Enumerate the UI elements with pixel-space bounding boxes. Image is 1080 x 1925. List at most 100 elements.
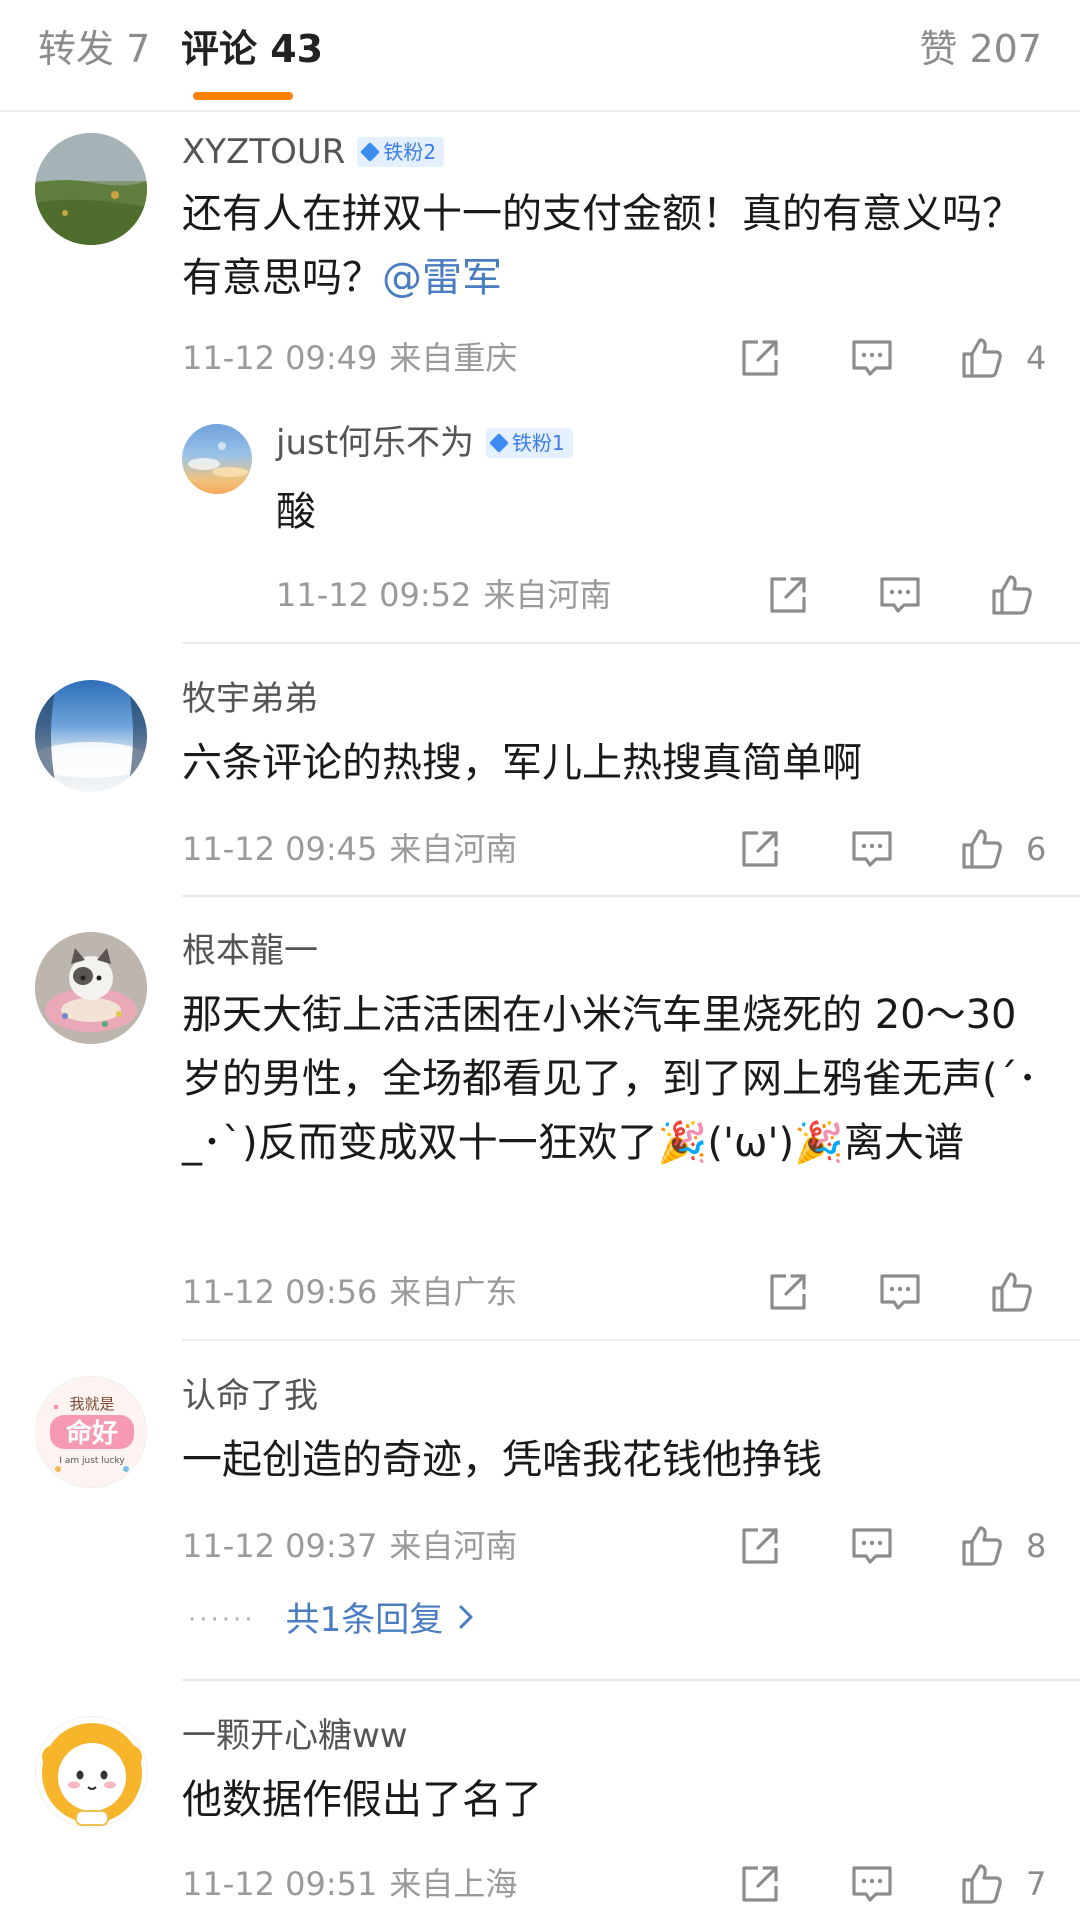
tab-bar: 转发 7 评论 43 赞 207 [0, 0, 1080, 112]
share-button[interactable] [766, 573, 810, 617]
mention-link[interactable]: @雷军 [382, 255, 502, 301]
comment-page: 转发 7 评论 43 赞 207 XYZTOUR 铁粉2 还有人在拼双十一的支付… [0, 0, 1080, 1925]
avatar-text-top: 我就是 [69, 1395, 114, 1413]
like-button[interactable] [990, 1270, 1034, 1314]
share-icon [770, 577, 806, 613]
comment-button[interactable] [878, 573, 922, 617]
avatar[interactable] [35, 932, 147, 1044]
like-button[interactable] [990, 573, 1034, 617]
share-icon [742, 1866, 778, 1902]
comment-text: 他数据作假出了名了 [182, 1777, 542, 1823]
avatar-landscape-image [35, 133, 147, 245]
share-button[interactable] [738, 336, 782, 380]
comment-icon [880, 1274, 920, 1310]
divider [182, 1679, 1080, 1681]
avatar-text-sticker-image: 我就是 命好 I am just lucky [37, 1378, 146, 1487]
diamond-icon [489, 433, 509, 453]
dots-icon: ······ [188, 1605, 256, 1635]
share-button[interactable] [738, 1862, 782, 1906]
thumbs-up-icon [992, 1272, 1032, 1312]
fan-badge-label: 铁粉1 [512, 431, 565, 455]
divider [182, 1339, 1080, 1341]
thumbs-up-icon [962, 829, 1002, 869]
share-icon [742, 340, 778, 376]
like-button[interactable] [960, 1862, 1004, 1906]
comment-username-row: 一颗开心糖ww [182, 1714, 408, 1758]
comment-button[interactable] [850, 827, 894, 871]
comment-button[interactable] [850, 1524, 894, 1568]
comment-meta: 11-12 09:51 来自上海 [182, 1864, 517, 1904]
avatar-lion-cartoon-image [42, 1723, 142, 1826]
tab-repost[interactable]: 转发 7 [38, 26, 150, 72]
comment-time: 11-12 09:56 [182, 1273, 378, 1311]
thumbs-up-icon [992, 575, 1032, 615]
username[interactable]: 牧宇弟弟 [182, 677, 318, 721]
divider [182, 642, 1080, 644]
avatar-airplane-window-image [35, 680, 147, 792]
comment-meta: 11-12 09:56 来自广东 [182, 1272, 517, 1312]
comment-username-row: XYZTOUR 铁粉2 [182, 130, 445, 174]
avatar-text-main: 命好 [66, 1418, 118, 1449]
comment-time: 11-12 09:49 [182, 339, 378, 377]
comment-text: 一起创造的奇迹，凭啥我花钱他挣钱 [182, 1437, 822, 1483]
share-button[interactable] [766, 1270, 810, 1314]
fan-badge: 铁粉1 [486, 428, 573, 458]
tab-comments[interactable]: 评论 43 [181, 26, 323, 72]
comment-button[interactable] [850, 1862, 894, 1906]
username[interactable]: 根本龍一 [182, 929, 318, 973]
comment-button[interactable] [878, 1270, 922, 1314]
like-button[interactable] [960, 336, 1004, 380]
username[interactable]: just何乐不为 [276, 421, 474, 465]
comment-button[interactable] [850, 336, 894, 380]
share-button[interactable] [738, 1524, 782, 1568]
comment-text: 还有人在拼双十一的支付金额！真的有意义吗？有意思吗？@雷军 [182, 182, 1042, 310]
comment-meta: 11-12 09:49 来自重庆 [182, 338, 517, 378]
comment-location: 来自广东 [389, 1273, 518, 1311]
comment-time: 11-12 09:37 [182, 1527, 378, 1565]
like-button[interactable] [960, 1524, 1004, 1568]
tab-active-indicator [193, 92, 293, 100]
comment-location: 来自河南 [389, 1527, 518, 1565]
fan-badge: 铁粉2 [357, 137, 445, 167]
reply-text: 酸 [276, 489, 316, 535]
thumbs-up-icon [962, 1526, 1002, 1566]
comment-username-row: 认命了我 [182, 1374, 318, 1418]
chevron-right-icon [457, 1598, 475, 1642]
comment-icon [852, 1528, 892, 1564]
avatar[interactable] [35, 680, 147, 792]
username[interactable]: XYZTOUR [182, 130, 345, 174]
tab-likes[interactable]: 赞 207 [919, 26, 1042, 72]
username[interactable]: 认命了我 [182, 1374, 318, 1418]
comment-icon [852, 831, 892, 867]
thumbs-up-icon [962, 1864, 1002, 1904]
like-count: 8 [1026, 1527, 1047, 1565]
fan-badge-label: 铁粉2 [383, 140, 437, 164]
like-button[interactable] [960, 827, 1004, 871]
avatar-sky-image [188, 442, 248, 477]
like-count: 4 [1026, 339, 1047, 377]
reply-location: 来自河南 [483, 576, 612, 614]
comment-text: 六条评论的热搜，军儿上热搜真简单啊 [182, 740, 862, 786]
comment-time: 11-12 09:51 [182, 1865, 378, 1903]
avatar-cat-image [35, 932, 147, 1044]
like-count: 7 [1026, 1865, 1047, 1903]
avatar[interactable] [35, 1716, 147, 1828]
avatar[interactable] [182, 424, 252, 494]
comment-icon [880, 577, 920, 613]
avatar[interactable]: 我就是 命好 I am just lucky [35, 1376, 147, 1488]
comment-time: 11-12 09:45 [182, 830, 378, 868]
comment-location: 来自上海 [389, 1865, 518, 1903]
thumbs-up-icon [962, 338, 1002, 378]
reply-meta: 11-12 09:52 来自河南 [276, 575, 611, 615]
username[interactable]: 一颗开心糖ww [182, 1714, 408, 1758]
comment-icon [852, 340, 892, 376]
view-replies-link[interactable]: ······ 共1条回复 [188, 1598, 475, 1642]
comment-icon [852, 1866, 892, 1902]
comment-text: 那天大街上活活困在小米汽车里烧死的 20～30 岁的男性，全场都看见了，到了网上… [182, 992, 1038, 1166]
share-button[interactable] [738, 827, 782, 871]
comment-meta: 11-12 09:45 来自河南 [182, 829, 517, 869]
reply-username-row: just何乐不为 铁粉1 [276, 421, 573, 465]
comment-location: 来自重庆 [389, 339, 518, 377]
avatar[interactable] [35, 133, 147, 245]
comment-username-row: 根本龍一 [182, 929, 318, 973]
